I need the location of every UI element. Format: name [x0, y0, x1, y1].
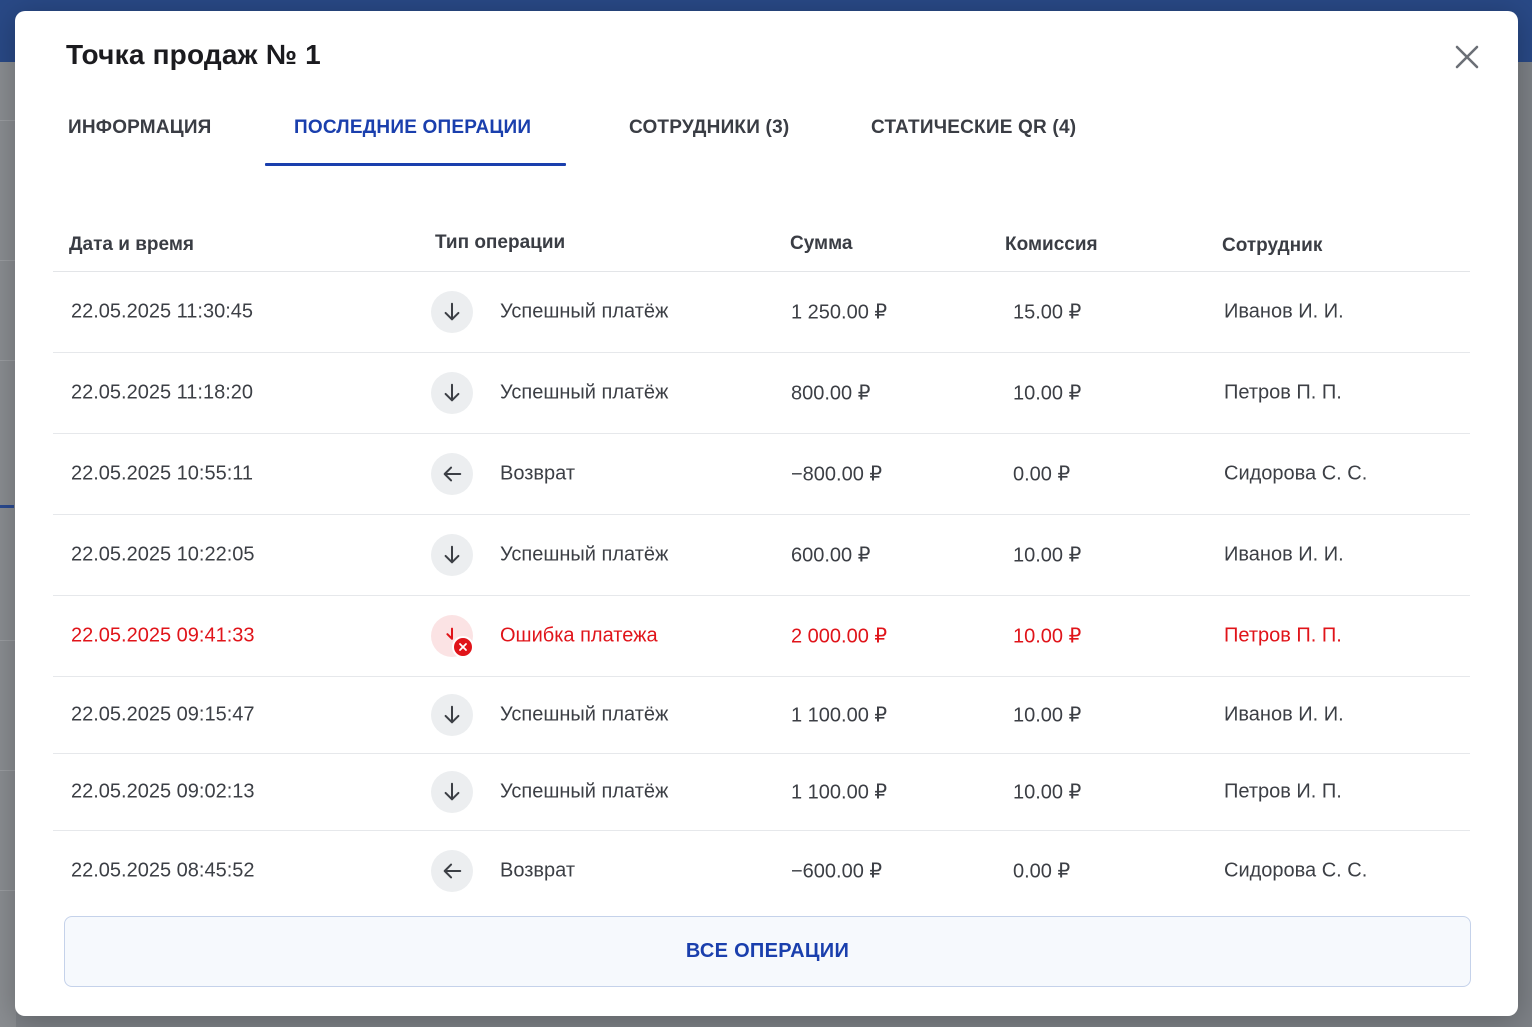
cell-type: Успешный платёж: [500, 381, 669, 404]
arrow-down-icon: [431, 534, 473, 576]
error-icon: [431, 615, 474, 658]
cell-type-icon: [431, 850, 473, 892]
arrow-down-icon: [431, 694, 473, 736]
cell-fee: 10.00 ₽: [1013, 544, 1082, 567]
active-tab-indicator: [265, 163, 566, 166]
cell-date: 22.05.2025 08:45:52: [71, 859, 255, 882]
table-row[interactable]: 22.05.2025 08:45:52 Возврат −600.00 ₽ 0.…: [53, 831, 1470, 911]
cell-fee: 10.00 ₽: [1013, 704, 1082, 727]
modal-title: Точка продаж № 1: [66, 39, 321, 70]
cell-employee: Иванов И. И.: [1224, 543, 1344, 566]
arrow-left-icon: [431, 850, 473, 892]
error-badge-icon: [452, 636, 474, 658]
cell-employee: Петров П. П.: [1224, 624, 1342, 647]
cell-date: 22.05.2025 11:18:20: [71, 381, 254, 404]
cell-sum: 600.00 ₽: [791, 544, 871, 567]
cell-sum: 1 100.00 ₽: [791, 781, 888, 804]
header-sum: Сумма: [790, 233, 853, 254]
header-employee: Сотрудник: [1222, 235, 1323, 256]
background-divider: [0, 640, 16, 641]
cell-fee: 10.00 ₽: [1013, 625, 1082, 648]
tab-information[interactable]: ИНФОРМАЦИЯ: [68, 117, 212, 139]
cell-employee: Петров И. П.: [1224, 780, 1342, 803]
cell-type: Успешный платёж: [500, 780, 669, 803]
arrow-down-icon: [431, 771, 473, 813]
tab-bar: ИНФОРМАЦИЯ ПОСЛЕДНИЕ ОПЕРАЦИИ СОТРУДНИКИ…: [15, 107, 1518, 167]
cell-type: Успешный платёж: [500, 300, 669, 323]
cell-date: 22.05.2025 09:02:13: [71, 780, 255, 803]
cell-date: 22.05.2025 09:41:33: [71, 624, 255, 647]
cell-type-icon: [431, 615, 474, 658]
cell-type-icon: [431, 771, 473, 813]
table-row[interactable]: 22.05.2025 11:18:20 Успешный платёж 800.…: [53, 353, 1470, 434]
cell-date: 22.05.2025 11:30:45: [71, 300, 254, 323]
table-row[interactable]: 22.05.2025 09:02:13 Успешный платёж 1 10…: [53, 754, 1470, 831]
header-type: Тип операции: [435, 232, 566, 253]
cell-fee: 0.00 ₽: [1013, 860, 1071, 883]
arrow-left-icon: [431, 453, 473, 495]
background-divider: [0, 360, 16, 361]
cell-employee: Сидорова С. С.: [1224, 462, 1368, 485]
tab-recent-operations[interactable]: ПОСЛЕДНИЕ ОПЕРАЦИИ: [294, 117, 531, 139]
cell-sum: 1 250.00 ₽: [791, 301, 888, 324]
operations-table: Дата и время Тип операции Сумма Комиссия…: [53, 207, 1470, 911]
header-date: Дата и время: [69, 234, 194, 255]
close-button[interactable]: [1451, 41, 1483, 73]
arrow-down-icon: [431, 291, 473, 333]
cell-fee: 10.00 ₽: [1013, 382, 1082, 405]
cell-sum: 2 000.00 ₽: [791, 625, 888, 648]
background-divider: [0, 890, 16, 891]
table-row[interactable]: 22.05.2025 10:22:05 Успешный платёж 600.…: [53, 515, 1470, 596]
cell-type: Успешный платёж: [500, 703, 669, 726]
tab-static-qr[interactable]: СТАТИЧЕСКИЕ QR (4): [871, 117, 1076, 139]
background-divider: [0, 770, 16, 771]
cell-date: 22.05.2025 10:22:05: [71, 543, 255, 566]
cell-type-icon: [431, 534, 473, 576]
table-row[interactable]: 22.05.2025 10:55:11 Возврат −800.00 ₽ 0.…: [53, 434, 1470, 515]
cell-type-icon: [431, 291, 473, 333]
table-row[interactable]: 22.05.2025 09:15:47 Успешный платёж 1 10…: [53, 677, 1470, 754]
cell-fee: 15.00 ₽: [1013, 301, 1082, 324]
cell-fee: 10.00 ₽: [1013, 781, 1082, 804]
close-icon: [1455, 45, 1479, 69]
cell-employee: Иванов И. И.: [1224, 703, 1344, 726]
cell-employee: Иванов И. И.: [1224, 300, 1344, 323]
table-row[interactable]: 22.05.2025 11:30:45 Успешный платёж 1 25…: [53, 272, 1470, 353]
header-fee: Комиссия: [1005, 234, 1098, 255]
cell-sum: −800.00 ₽: [791, 463, 883, 486]
cell-sum: −600.00 ₽: [791, 860, 883, 883]
cell-date: 22.05.2025 10:55:11: [71, 462, 254, 485]
cell-type: Ошибка платежа: [500, 624, 658, 647]
tab-employees[interactable]: СОТРУДНИКИ (3): [629, 117, 789, 139]
sales-point-modal: Точка продаж № 1 ИНФОРМАЦИЯ ПОСЛЕДНИЕ ОП…: [15, 11, 1518, 1016]
cell-type: Возврат: [500, 859, 575, 882]
cell-date: 22.05.2025 09:15:47: [71, 703, 255, 726]
cell-type-icon: [431, 372, 473, 414]
cell-type: Успешный платёж: [500, 543, 669, 566]
cell-employee: Петров П. П.: [1224, 381, 1342, 404]
cell-fee: 0.00 ₽: [1013, 463, 1071, 486]
background-tab-indicator: [0, 505, 14, 508]
cell-sum: 1 100.00 ₽: [791, 704, 888, 727]
background-content: [0, 62, 16, 1027]
table-row-error[interactable]: 22.05.2025 09:41:33 Ошибка платежа 2 000…: [53, 596, 1470, 677]
cell-type-icon: [431, 453, 473, 495]
background-divider: [0, 260, 16, 261]
cell-type-icon: [431, 694, 473, 736]
cell-sum: 800.00 ₽: [791, 382, 871, 405]
cell-type: Возврат: [500, 462, 575, 485]
arrow-down-icon: [431, 372, 473, 414]
table-header: Дата и время Тип операции Сумма Комиссия…: [53, 207, 1470, 272]
all-operations-button[interactable]: ВСЕ ОПЕРАЦИИ: [64, 916, 1471, 987]
background-divider: [0, 120, 16, 121]
cell-employee: Сидорова С. С.: [1224, 859, 1368, 882]
